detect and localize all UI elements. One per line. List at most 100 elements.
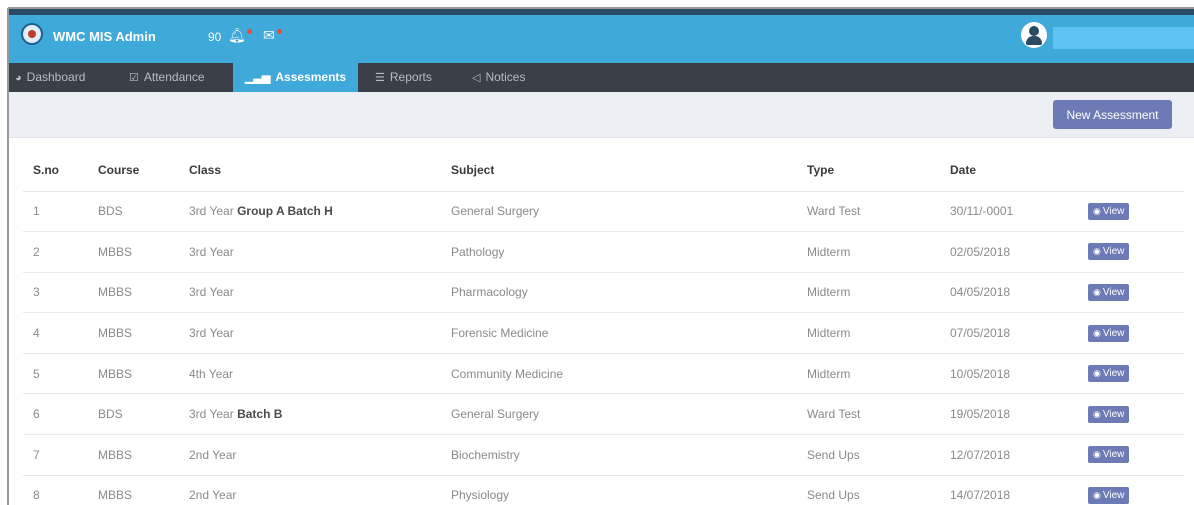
class-year: 2nd Year (189, 488, 237, 503)
table-row: 3 MBBS 3rd Year Pharmacology Midterm 04/05/20… (23, 272, 1184, 314)
cell-type: Send Ups (807, 434, 950, 476)
checkbox-icon: ☑ (129, 72, 139, 84)
cell-sno: 4 (23, 312, 98, 354)
table-row: 5 MBBS 4th Year Community Medicine Midterm 10… (23, 353, 1184, 395)
class-year: 3rd Year (189, 407, 234, 422)
new-assessment-button[interactable]: New Assessment (1053, 100, 1172, 129)
cell-class: 3rd Year (189, 312, 451, 354)
view-label: View (1102, 286, 1125, 298)
cell-course: BDS (98, 191, 189, 233)
cell-sno: 2 (23, 231, 98, 273)
cell-course: MBBS (98, 312, 189, 354)
nav-label-dashboard: Dashboard (26, 70, 86, 84)
view-button[interactable]: ◉ View (1088, 486, 1130, 504)
mail-dot-icon (277, 29, 282, 34)
user-avatar-icon[interactable] (1021, 22, 1047, 48)
class-year: 3rd Year (189, 204, 234, 219)
cell-date: 02/05/2018 (950, 231, 1088, 273)
cell-sno: 8 (23, 475, 98, 505)
view-label: View (1102, 368, 1125, 380)
cell-subject: Biochemistry (451, 434, 807, 476)
eye-icon: ◉ (1093, 327, 1101, 338)
table-row: 7 MBBS 2nd Year Biochemistry Send Ups 12/07/2… (23, 434, 1184, 476)
cell-class: 3rd Year (189, 272, 451, 314)
header-course: Course (98, 150, 189, 192)
nav-label-assesments: Assesments (275, 70, 347, 84)
view-button[interactable]: ◉ View (1088, 324, 1130, 342)
nav-label-reports: Reports (389, 70, 432, 84)
cell-subject: Forensic Medicine (451, 312, 807, 354)
cell-type: Ward Test (807, 191, 950, 233)
cell-date: 04/05/2018 (950, 272, 1088, 314)
class-year: 4th Year (189, 366, 234, 381)
cell-type: Send Ups (807, 475, 950, 505)
header-subject: Subject (451, 150, 807, 192)
cell-subject: General Surgery (451, 393, 807, 436)
eye-icon: ◉ (1093, 286, 1101, 297)
view-button[interactable]: ◉ View (1088, 365, 1130, 383)
cell-sno: 6 (23, 393, 98, 436)
eye-icon: ◉ (1093, 489, 1101, 500)
main-nav: ◕ Dashboard ☑ Attendance ▁▃▅ Assesments ☰ Re… (9, 63, 1194, 92)
view-button[interactable]: ◉ View (1088, 446, 1130, 464)
cell-class: 3rd Year (189, 231, 451, 273)
view-button[interactable]: ◉ View (1088, 405, 1130, 423)
cell-subject: Community Medicine (451, 353, 807, 395)
cell-subject: Physiology (451, 475, 807, 505)
dashboard-icon: ◕ (15, 72, 22, 84)
eye-icon: ◉ (1093, 246, 1101, 257)
college-logo-icon[interactable] (21, 23, 43, 45)
table-row: 6 BDS 3rd Year Batch B General Surgery Ward … (23, 393, 1184, 436)
cell-actions: ◉ View (1088, 191, 1184, 233)
cell-actions: ◉ View (1088, 312, 1184, 354)
action-bar: New Assessment (9, 92, 1194, 138)
view-label: View (1102, 489, 1125, 501)
notification-dot-icon (247, 29, 252, 34)
view-label: View (1102, 449, 1125, 461)
cell-sno: 3 (23, 272, 98, 314)
cell-actions: ◉ View (1088, 353, 1184, 395)
assessments-table: S.no Course Class Subject Type Date 1 BDS… (23, 150, 1184, 505)
notification-count[interactable]: 90 (208, 30, 221, 44)
nav-item-dashboard[interactable]: ◕ Dashboard (15, 63, 85, 92)
view-label: View (1102, 205, 1125, 217)
nav-item-attendance[interactable]: ☑ Attendance (129, 63, 205, 92)
cell-course: MBBS (98, 272, 189, 314)
cell-subject: Pharmacology (451, 272, 807, 314)
class-year: 3rd Year (189, 285, 234, 300)
user-name[interactable] (1053, 27, 1194, 49)
class-year: 3rd Year (189, 326, 234, 341)
cell-sno: 5 (23, 353, 98, 395)
cell-sno: 1 (23, 191, 98, 233)
header-date: Date (950, 150, 1088, 192)
bell-icon[interactable]: 🔔︎ (228, 27, 246, 44)
view-button[interactable]: ◉ View (1088, 283, 1130, 301)
top-header: WMC MIS Admin 90 🔔︎ ✉ (9, 9, 1194, 63)
cell-course: MBBS (98, 434, 189, 476)
cell-type: Midterm (807, 353, 950, 395)
cell-date: 30/11/-0001 (950, 191, 1088, 233)
nav-item-reports[interactable]: ☰ Reports (375, 63, 432, 92)
app-title[interactable]: WMC MIS Admin (53, 29, 156, 44)
header-type: Type (807, 150, 950, 192)
view-button[interactable]: ◉ View (1088, 243, 1130, 261)
cell-actions: ◉ View (1088, 434, 1184, 476)
table-header-row: S.no Course Class Subject Type Date (23, 150, 1184, 192)
bar-chart-icon: ▁▃▅ (245, 72, 271, 84)
view-button[interactable]: ◉ View (1088, 202, 1130, 220)
nav-item-assesments[interactable]: ▁▃▅ Assesments (233, 63, 359, 92)
cell-course: MBBS (98, 231, 189, 273)
view-label: View (1102, 327, 1125, 339)
class-year: 2nd Year (189, 447, 237, 462)
cell-class: 4th Year (189, 353, 451, 395)
nav-item-notices[interactable]: ◁ Notices (472, 63, 525, 92)
cell-date: 10/05/2018 (950, 353, 1088, 395)
mail-icon[interactable]: ✉ (263, 27, 275, 44)
cell-class: 3rd Year Batch B (189, 393, 451, 436)
cell-type: Midterm (807, 231, 950, 273)
cell-class: 2nd Year (189, 475, 451, 505)
cell-class: 2nd Year (189, 434, 451, 476)
table-row: 2 MBBS 3rd Year Pathology Midterm 02/05/2018 ◉… (23, 231, 1184, 273)
eye-icon: ◉ (1093, 368, 1101, 379)
cell-type: Midterm (807, 312, 950, 354)
